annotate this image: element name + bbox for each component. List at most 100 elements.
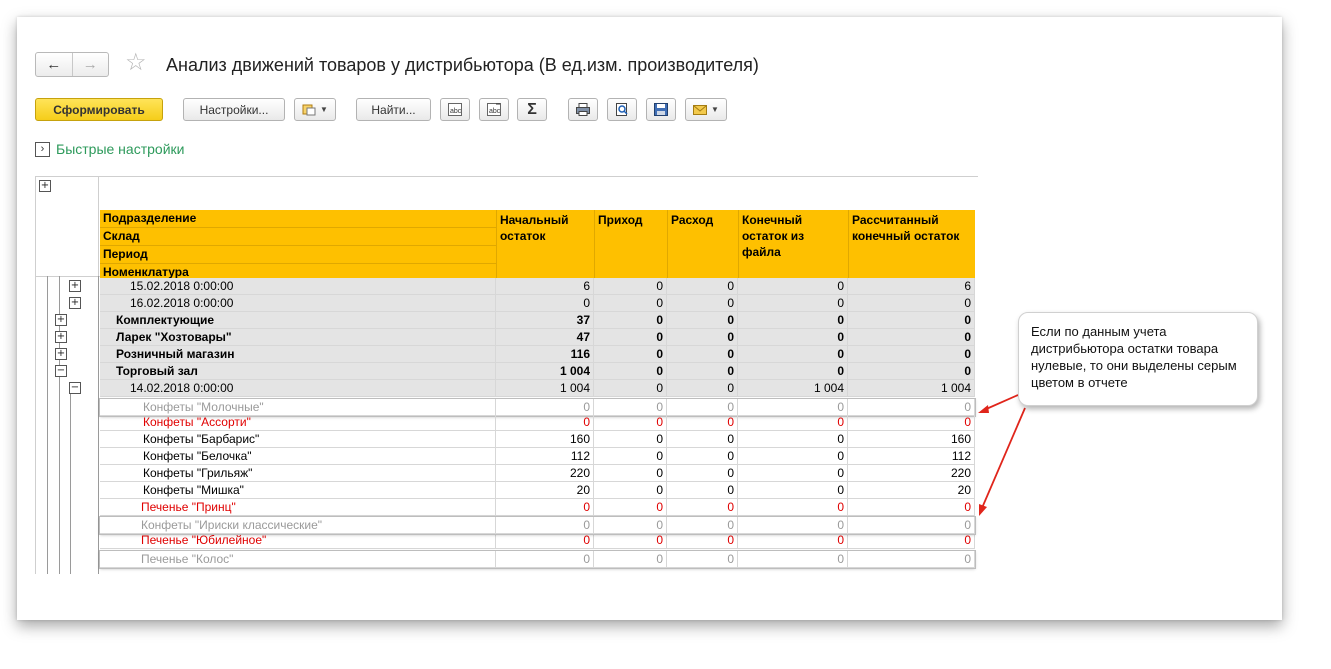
- cell-value: 0: [667, 482, 738, 499]
- table-row[interactable]: Печенье "Принц" 00000: [100, 499, 975, 516]
- print-button[interactable]: [568, 98, 598, 121]
- cell-value: 0: [848, 517, 975, 534]
- cell-value: 0: [594, 278, 667, 295]
- annotation-callout: Если по данным учета дистрибьютора остат…: [1018, 312, 1258, 406]
- cell-value: 112: [848, 448, 975, 465]
- row-label: Печенье "Колос": [100, 551, 496, 568]
- expand-toggle[interactable]: +: [55, 348, 67, 360]
- row-label: Конфеты "Мишка": [100, 482, 496, 499]
- cell-value: 0: [667, 448, 738, 465]
- table-row[interactable]: Конфеты "Ириски классические" 00000: [99, 516, 976, 535]
- table-row[interactable]: Конфеты "Грильяж" 220 0 0 0 220: [100, 465, 975, 482]
- envelope-icon: [693, 105, 708, 115]
- table-row[interactable]: 15.02.2018 0:00:00 60006: [100, 278, 975, 295]
- table-row[interactable]: Конфеты "Ассорти" 00000: [100, 414, 975, 431]
- cell-value: 0: [594, 295, 667, 312]
- preview-button[interactable]: [607, 98, 637, 121]
- settings-button[interactable]: Настройки...: [183, 98, 285, 121]
- header-group-cell: Подразделение Склад Период Номенклатура: [100, 210, 496, 279]
- collapse-toggle[interactable]: −: [55, 365, 67, 377]
- cell-value: 0: [738, 517, 848, 534]
- row-label: Конфеты "Грильяж": [100, 465, 496, 482]
- save-button[interactable]: [646, 98, 676, 121]
- table-row[interactable]: Печенье "Колос" 00000: [99, 550, 976, 569]
- cell-value: 6: [496, 278, 594, 295]
- expand-all-toggle[interactable]: +: [39, 180, 51, 192]
- cell-value: 0: [848, 346, 975, 363]
- sum-button[interactable]: Σ: [517, 98, 547, 121]
- column-header: Приход: [594, 210, 667, 278]
- row-label: Печенье "Юбилейное": [100, 532, 496, 549]
- cell-value: 0: [667, 278, 738, 295]
- arrow-line: [981, 407, 1026, 509]
- row-label: Ларек "Хозтовары": [100, 329, 496, 346]
- cell-value: 1 004: [496, 363, 594, 380]
- cell-value: 0: [738, 295, 848, 312]
- cell-value: 0: [667, 363, 738, 380]
- table-row[interactable]: Комплектующие 37 0 0 0 0: [100, 312, 975, 329]
- table-row[interactable]: Печенье "Юбилейное" 00000: [100, 532, 975, 549]
- expand-toggle[interactable]: +: [55, 331, 67, 343]
- table-row[interactable]: Ларек "Хозтовары" 47 0 0 0 0: [100, 329, 975, 346]
- row-label: Конфеты "Белочка": [100, 448, 496, 465]
- arrow-left-icon: ←: [46, 56, 62, 73]
- cell-value: 0: [594, 465, 667, 482]
- row-label: Конфеты "Барбарис": [100, 431, 496, 448]
- expand-toggle[interactable]: +: [69, 297, 81, 309]
- forward-button[interactable]: →: [71, 53, 109, 76]
- collapse-groups-button[interactable]: abc: [479, 98, 509, 121]
- table-row[interactable]: Розничный магазин 116 0 0 0 0: [100, 346, 975, 363]
- cell-value: 0: [667, 346, 738, 363]
- cell-value: 0: [848, 532, 975, 549]
- row-label: Конфеты "Ассорти": [100, 414, 496, 431]
- arrow-head: [979, 504, 987, 516]
- cell-value: 0: [848, 329, 975, 346]
- cell-value: 0: [848, 295, 975, 312]
- cell-value: 0: [738, 499, 848, 516]
- cell-value: 0: [667, 431, 738, 448]
- cell-value: 0: [594, 448, 667, 465]
- header-group-label: Период: [100, 246, 496, 264]
- cell-value: 0: [594, 312, 667, 329]
- expand-toggle[interactable]: +: [55, 314, 67, 326]
- table-row[interactable]: Торговый зал 1 004 0 0 0 0: [100, 363, 975, 380]
- cell-value: 20: [496, 482, 594, 499]
- cell-value: 0: [738, 551, 848, 568]
- arrow-head: [978, 405, 989, 413]
- table-row[interactable]: Конфеты "Белочка" 112 0 0 0 112: [100, 448, 975, 465]
- cell-value: 0: [848, 312, 975, 329]
- tree-line: [47, 276, 48, 574]
- arrow-right-icon: →: [82, 56, 98, 73]
- send-email-button[interactable]: ▼: [685, 98, 727, 121]
- cell-value: 220: [848, 465, 975, 482]
- row-label: 14.02.2018 0:00:00: [100, 380, 496, 397]
- cell-value: 0: [496, 551, 594, 568]
- column-header: Конечный остаток из файла: [738, 210, 848, 278]
- star-icon[interactable]: ☆: [125, 50, 147, 76]
- collapse-toggle[interactable]: −: [69, 382, 81, 394]
- cell-value: 0: [667, 517, 738, 534]
- cell-value: 112: [496, 448, 594, 465]
- cell-value: 0: [594, 414, 667, 431]
- cell-value: 0: [667, 532, 738, 549]
- table-row[interactable]: 16.02.2018 0:00:00 00000: [100, 295, 975, 312]
- variant-dropdown-button[interactable]: ▼: [294, 98, 336, 121]
- back-button[interactable]: ←: [36, 53, 72, 76]
- sum-icon: Σ: [527, 100, 537, 118]
- cell-value: 1 004: [848, 380, 975, 397]
- find-button[interactable]: Найти...: [356, 98, 431, 121]
- generate-button[interactable]: Сформировать: [35, 98, 163, 121]
- expand-groups-button[interactable]: abc: [440, 98, 470, 121]
- column-header: Расход: [667, 210, 738, 278]
- table-row[interactable]: 14.02.2018 0:00:00 1 004 0 0 1 004 1 004: [100, 380, 975, 397]
- expand-toggle[interactable]: +: [69, 280, 81, 292]
- row-label: Комплектующие: [100, 312, 496, 329]
- cell-value: 47: [496, 329, 594, 346]
- table-row[interactable]: Конфеты "Барбарис" 160 0 0 0 160: [100, 431, 975, 448]
- quick-settings-toggle[interactable]: › Быстрые настройки: [35, 141, 184, 157]
- grid-border: [35, 176, 978, 177]
- cell-value: 0: [667, 329, 738, 346]
- table-row[interactable]: Конфеты "Мишка" 20 0 0 0 20: [100, 482, 975, 499]
- floppy-disk-icon: [654, 103, 668, 116]
- row-label: Печенье "Принц": [100, 499, 496, 516]
